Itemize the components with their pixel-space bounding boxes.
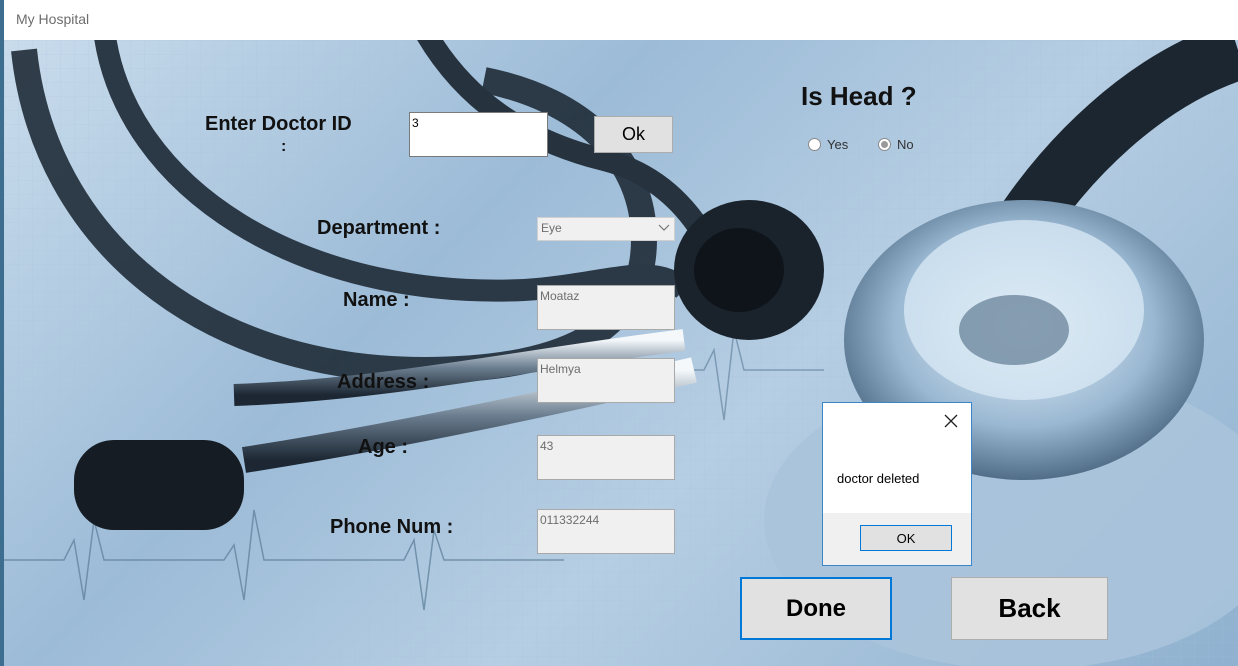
doctor-id-input[interactable]: 3 [409,112,548,157]
dialog-footer: OK [823,513,971,565]
dialog-message: doctor deleted [837,471,920,486]
phone-label: Phone Num : [330,516,454,538]
ok-button[interactable]: Ok [594,116,673,153]
window-title: My Hospital [16,11,90,27]
title-bar: My Hospital [4,0,1238,40]
department-select[interactable]: Eye [537,217,675,241]
dialog-ok-button[interactable]: OK [860,525,952,551]
radio-unchecked-icon [808,138,821,151]
is-head-yes-radio[interactable]: Yes [808,137,848,152]
done-button[interactable]: Done [740,577,892,640]
close-icon[interactable] [943,413,959,429]
address-field[interactable]: Helmya [537,358,675,403]
message-dialog: doctor deleted OK [822,402,972,566]
yes-label: Yes [827,137,849,152]
is-head-label: Is Head ? [801,81,917,111]
chevron-down-icon [658,224,670,231]
phone-field[interactable]: 011332244 [537,509,675,554]
doctor-id-label-colon: : [281,138,287,155]
department-label: Department : [317,217,441,239]
age-field[interactable]: 43 [537,435,675,480]
name-field[interactable]: Moataz [537,285,675,330]
department-value: Eye [541,221,562,235]
back-button[interactable]: Back [951,577,1108,640]
doctor-id-label: Enter Doctor ID [205,113,352,135]
address-label: Address : [337,371,430,393]
radio-checked-icon [878,138,891,151]
no-label: No [897,137,914,152]
name-label: Name : [343,289,410,311]
is-head-no-radio[interactable]: No [878,137,914,152]
age-label: Age : [358,436,408,458]
form-client-area: Enter Doctor ID : 3 Ok Is Head ? Yes No … [4,40,1238,666]
